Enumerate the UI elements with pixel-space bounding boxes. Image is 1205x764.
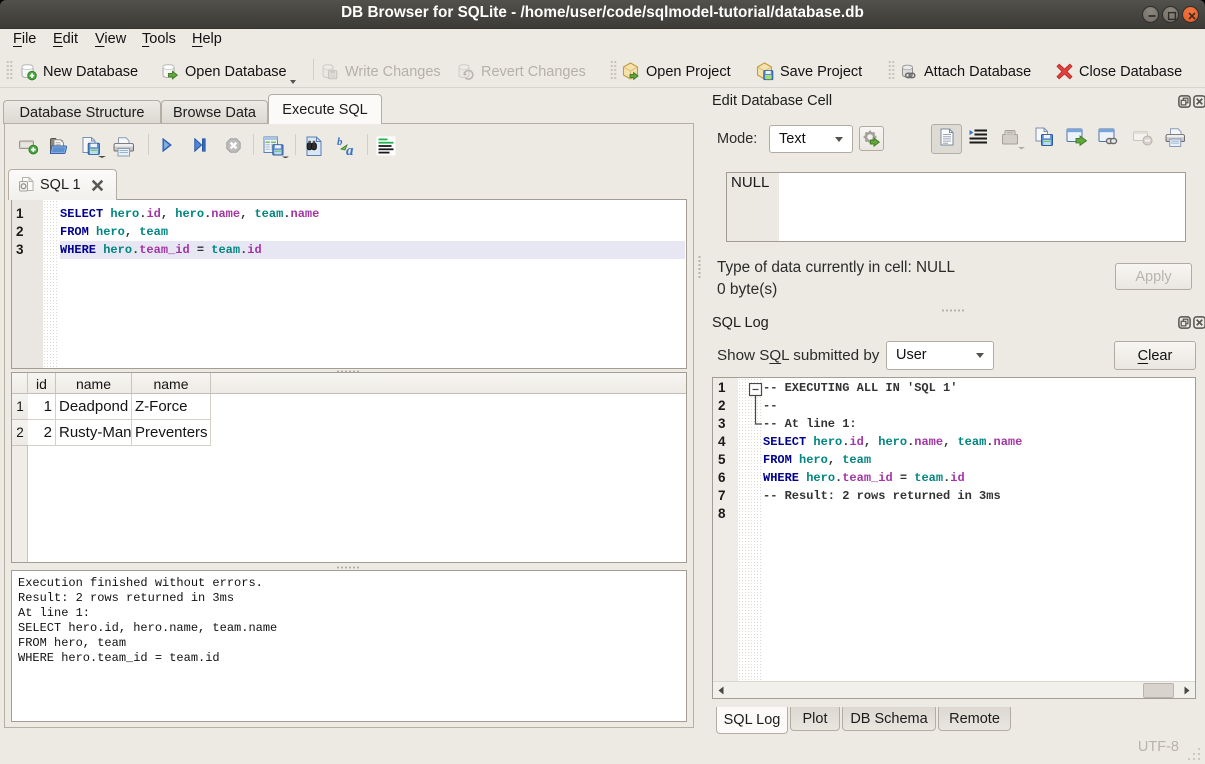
svg-text:b: b [337, 136, 343, 148]
